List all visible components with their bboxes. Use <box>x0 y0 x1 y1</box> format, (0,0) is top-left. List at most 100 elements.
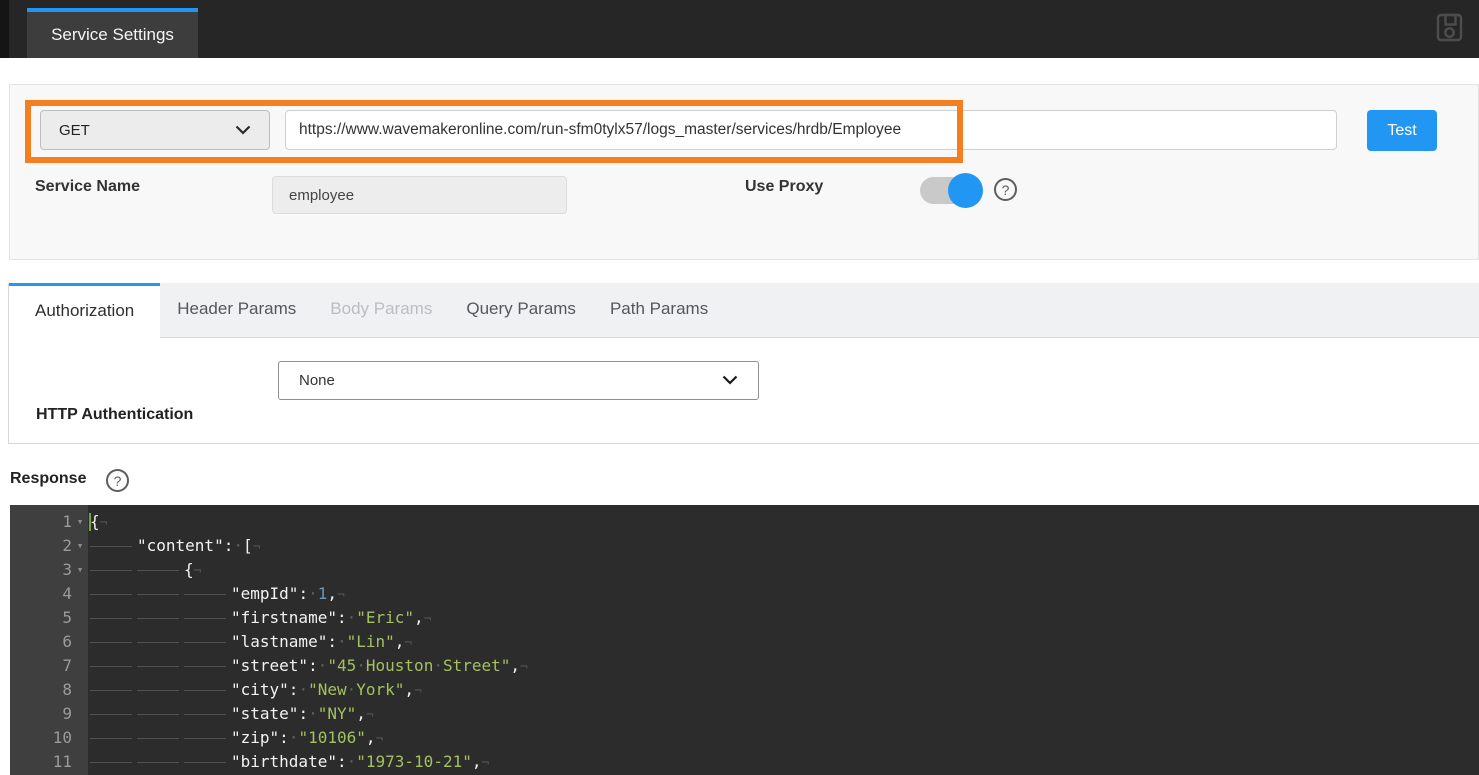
code-token-str: "New <box>308 680 347 699</box>
tab-query-params[interactable]: Query Params <box>449 283 593 338</box>
code-token-key: "zip" <box>231 728 279 747</box>
line-number: 5 <box>62 606 72 630</box>
line-number: 9 <box>62 702 72 726</box>
code-token-punct: : <box>308 656 318 675</box>
response-label: Response <box>10 470 86 488</box>
code-token-key: "street" <box>231 656 308 675</box>
eol-mark: ¬ <box>414 684 422 699</box>
http-method-select[interactable]: GET <box>40 110 270 150</box>
use-proxy-toggle[interactable] <box>920 177 978 204</box>
indent-guide <box>90 594 132 595</box>
code-token-punct: : <box>298 704 308 723</box>
code-token-str: York" <box>356 680 404 699</box>
http-method-value: GET <box>59 122 90 139</box>
code-token-punct: , <box>510 656 520 675</box>
tab-body-params: Body Params <box>313 283 449 338</box>
code-line[interactable]: "street":·"45·Houston·Street",¬ <box>90 654 1479 678</box>
indent-guide <box>137 738 179 739</box>
eol-mark: ¬ <box>376 732 384 747</box>
fold-toggle-icon[interactable]: ▾ <box>72 534 88 558</box>
indent-guide <box>90 666 132 667</box>
gutter-line: 6 <box>10 630 88 654</box>
http-authentication-label: HTTP Authentication <box>36 406 193 424</box>
line-number: 7 <box>62 654 72 678</box>
indent-guide <box>90 762 132 763</box>
tab-authorization[interactable]: Authorization <box>9 283 160 339</box>
editor-code: {¬"content":·[¬{¬"empId":·1,¬"firstname"… <box>88 505 1479 775</box>
use-proxy-help-icon[interactable]: ? <box>994 178 1017 201</box>
indent-guide <box>137 618 179 619</box>
code-token-sp: · <box>347 608 357 627</box>
tab-header-params[interactable]: Header Params <box>160 283 313 338</box>
code-token-sp: · <box>233 536 243 555</box>
code-line[interactable]: "content":·[¬ <box>90 534 1479 558</box>
editor-gutter: 1▾2▾3▾4567891011 <box>10 505 88 775</box>
code-line[interactable]: "state":·"NY",¬ <box>90 702 1479 726</box>
eol-mark: ¬ <box>100 516 108 531</box>
response-code-editor[interactable]: 1▾2▾3▾4567891011 {¬"content":·[¬{¬"empId… <box>10 505 1479 775</box>
indent-guide <box>184 666 226 667</box>
code-token-key: "birthdate" <box>231 752 337 771</box>
indent-guide <box>137 570 179 571</box>
code-token-key: "state" <box>231 704 298 723</box>
code-token-str: "Lin" <box>347 632 395 651</box>
code-token-key: "empId" <box>231 584 298 603</box>
code-line[interactable]: {¬ <box>90 558 1479 582</box>
code-token-punct: , <box>395 632 405 651</box>
code-line[interactable]: "empId":·1,¬ <box>90 582 1479 606</box>
code-token-sp: · <box>337 632 347 651</box>
fold-toggle-icon[interactable]: ▾ <box>72 558 88 582</box>
code-token-sp: · <box>298 680 308 699</box>
code-line[interactable]: "city":·"New·York",¬ <box>90 678 1479 702</box>
toggle-thumb <box>948 173 983 208</box>
indent-guide <box>184 594 226 595</box>
tab-path-params[interactable]: Path Params <box>593 283 725 338</box>
code-line[interactable]: "firstname":·"Eric",¬ <box>90 606 1479 630</box>
code-line[interactable]: "birthdate":·"1973-10-21",¬ <box>90 750 1479 774</box>
line-number: 11 <box>53 750 72 774</box>
code-line[interactable]: {¬ <box>90 510 1479 534</box>
save-button[interactable] <box>1434 15 1464 45</box>
code-token-punct: : <box>327 632 337 651</box>
indent-guide <box>137 714 179 715</box>
code-token-key: "city" <box>231 680 289 699</box>
code-token-str: "1973-10-21" <box>356 752 472 771</box>
indent-guide <box>137 642 179 643</box>
eol-mark: ¬ <box>366 708 374 723</box>
code-line[interactable]: "lastname":·"Lin",¬ <box>90 630 1479 654</box>
line-number: 2 <box>62 534 72 558</box>
test-button[interactable]: Test <box>1367 110 1437 151</box>
code-token-sp: · <box>289 728 299 747</box>
fold-toggle-icon[interactable]: ▾ <box>72 510 88 534</box>
indent-guide <box>137 690 179 691</box>
http-authentication-select[interactable]: None <box>278 361 759 400</box>
fold-spacer <box>72 678 88 702</box>
service-url-input[interactable] <box>285 110 1337 150</box>
service-name-input[interactable] <box>272 176 567 214</box>
code-token-punct: : <box>289 680 299 699</box>
fold-spacer <box>72 606 88 630</box>
code-token-sp: · <box>356 656 366 675</box>
indent-guide <box>184 714 226 715</box>
code-token-str: Street" <box>443 656 510 675</box>
gutter-line: 8 <box>10 678 88 702</box>
eol-mark: ¬ <box>253 540 261 555</box>
code-token-sp: · <box>347 680 357 699</box>
indent-guide <box>90 738 132 739</box>
indent-guide <box>184 690 226 691</box>
tab-service-settings[interactable]: Service Settings <box>27 8 198 58</box>
code-token-punct: [ <box>243 536 253 555</box>
tab-service-settings-label: Service Settings <box>51 25 174 45</box>
line-number: 3 <box>62 558 72 582</box>
code-line[interactable]: "zip":·"10106",¬ <box>90 726 1479 750</box>
top-header: Service Settings <box>0 0 1479 58</box>
code-token-str: "NY" <box>318 704 357 723</box>
response-help-icon[interactable]: ? <box>106 469 129 492</box>
line-number: 6 <box>62 630 72 654</box>
chevron-down-icon <box>722 372 738 389</box>
code-token-sp: · <box>308 584 318 603</box>
gutter-line: 11 <box>10 750 88 774</box>
line-number: 10 <box>53 726 72 750</box>
fold-spacer <box>72 582 88 606</box>
code-token-punct: , <box>414 608 424 627</box>
